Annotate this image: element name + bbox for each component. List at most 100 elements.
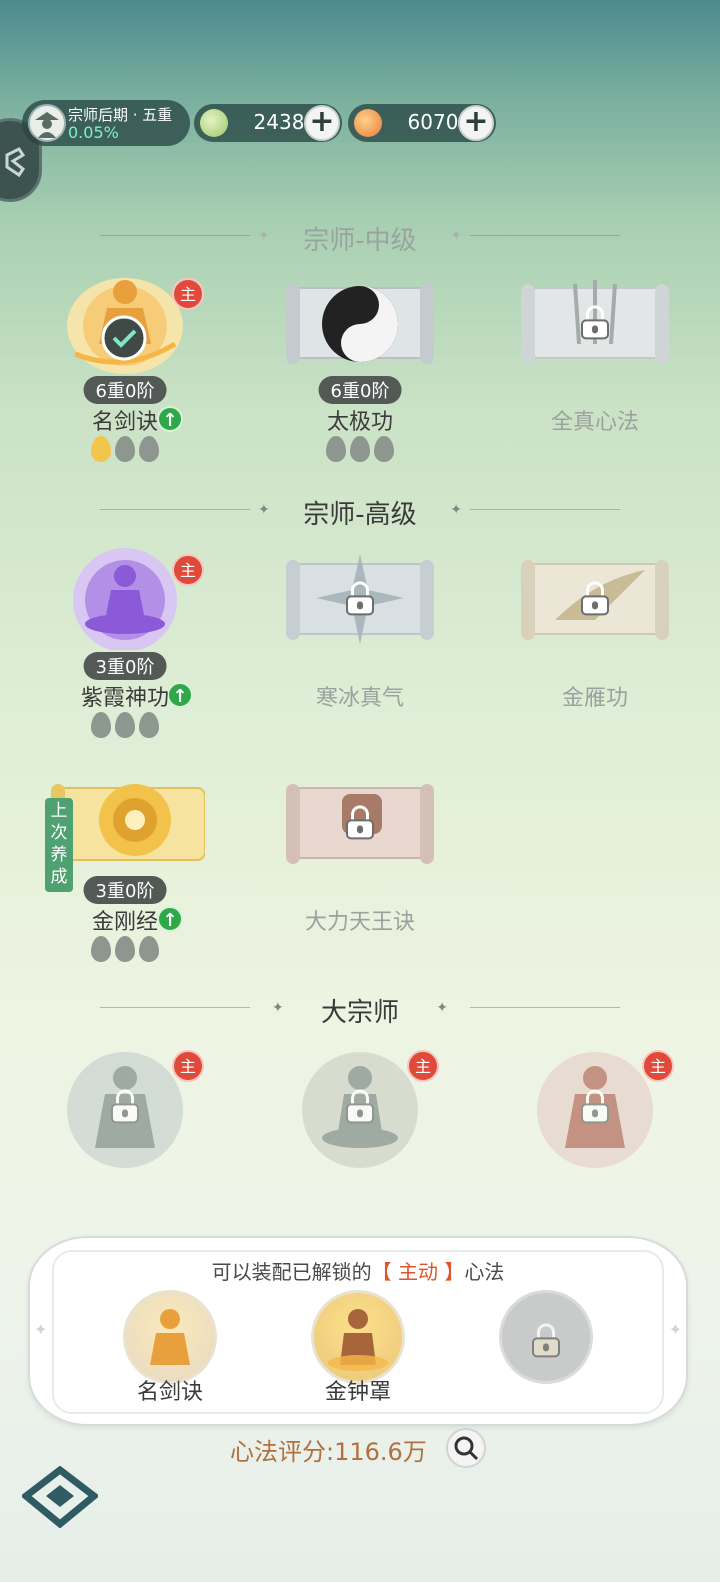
slot-skill-icon (123, 1290, 217, 1384)
skill-name: 紫霞神功 (80, 686, 169, 711)
diamond-icon: ✦ (450, 502, 462, 518)
score-detail-button[interactable] (446, 1428, 486, 1468)
skill-name: 名剑诀 (91, 410, 158, 435)
skill-art (521, 264, 669, 374)
rank-progress: 0.05% (68, 123, 119, 142)
drop-empty-icon (374, 436, 394, 462)
lock-icon (580, 1089, 610, 1124)
section-mid-label: 宗师-中级 (303, 226, 417, 256)
skill-taiji[interactable]: 6重0阶 太极功 (265, 264, 455, 494)
hint-suffix: 心法 (464, 1260, 505, 1284)
skill-name: 大力天王诀 (304, 910, 415, 935)
main-badge: 主 (642, 1050, 674, 1082)
skill-name: 金雁功 (561, 686, 628, 711)
arrow-icon (5, 147, 26, 178)
currency-orange: 6070 + (348, 104, 496, 142)
section-high: ✦ 宗师-高级 ✦ (80, 490, 640, 530)
diamond-icon: ✦ (668, 1320, 682, 1339)
loadout-slot-2[interactable]: 金钟罩 (308, 1290, 408, 1406)
loadout-slot-1[interactable]: 名剑诀 (120, 1290, 220, 1406)
slot-skill-name: 名剑诀 (136, 1380, 203, 1405)
rank-avatar (28, 104, 66, 142)
skill-grand-3[interactable]: 主 (500, 1048, 690, 1198)
skill-mingjianjue[interactable]: 主 6重0阶 ↑ 名剑诀 (30, 264, 220, 494)
skill-dali[interactable]: 大力天王诀 (265, 764, 455, 964)
rank-title: 宗师后期 · 五重 (68, 106, 173, 124)
lock-icon (345, 805, 375, 840)
loadout-slot-3-locked[interactable] (496, 1290, 596, 1384)
skill-grand-1[interactable]: 主 (30, 1048, 220, 1198)
rank-indicator[interactable]: 宗师后期 · 五重 0.05% (22, 100, 190, 146)
skill-hanbing[interactable]: 寒冰真气 (265, 540, 455, 740)
active-skill-loadout: ✦ ✦ 可以装配已解锁的【 主动 】心法 名剑诀 金钟罩 (28, 1236, 688, 1426)
skill-stage: 6重0阶 (83, 376, 167, 404)
jade-drop-icon (200, 109, 228, 137)
lock-icon (345, 581, 375, 616)
skill-grand-2[interactable]: 主 (265, 1048, 455, 1198)
lock-icon (531, 1323, 561, 1358)
main-badge: 主 (172, 1050, 204, 1082)
diamond-icon: ✦ (450, 228, 462, 244)
divider (470, 509, 620, 510)
skill-zixia[interactable]: 主 3重0阶 ↑ 紫霞神功 (30, 540, 220, 770)
drop-empty-icon (139, 936, 159, 962)
section-high-label: 宗师-高级 (303, 500, 417, 530)
section-mid: ✦ 宗师-中级 ✦ (80, 216, 640, 256)
skill-name: 全真心法 (550, 410, 639, 435)
main-badge: 主 (172, 278, 204, 310)
hint-highlight: 【 主动 】 (371, 1260, 465, 1284)
slot-skill-name: 金钟罩 (324, 1380, 391, 1405)
divider (470, 1007, 620, 1008)
skill-drops (30, 712, 220, 742)
section-grand-label: 大宗师 (320, 998, 399, 1028)
skill-art (286, 764, 434, 874)
diamond-icon: ✦ (34, 1320, 48, 1339)
skill-stage: 3重0阶 (83, 876, 167, 904)
logo-icon[interactable] (22, 1466, 98, 1528)
skill-drops (30, 436, 220, 466)
slot-skill-icon (311, 1290, 405, 1384)
loadout-hint: 可以装配已解锁的【 主动 】心法 (30, 1256, 686, 1285)
orange-swirl-icon (354, 109, 382, 137)
skill-name: 寒冰真气 (315, 686, 404, 711)
divider (470, 235, 620, 236)
skill-name: 太极功 (326, 410, 393, 435)
lock-icon (110, 1089, 140, 1124)
drop-empty-icon (91, 936, 111, 962)
check-icon (101, 315, 147, 361)
skill-drops (265, 436, 455, 466)
skill-drops (30, 936, 220, 966)
section-grand: ✦ 大宗师 ✦ (80, 988, 640, 1028)
diamond-icon: ✦ (436, 1000, 448, 1016)
drop-empty-icon (326, 436, 346, 462)
lock-icon (580, 581, 610, 616)
drop-empty-icon (115, 712, 135, 738)
lock-icon (580, 305, 610, 340)
main-badge: 主 (172, 554, 204, 586)
slot-empty (499, 1290, 593, 1384)
skill-stage: 3重0阶 (83, 652, 167, 680)
skill-score: 心法评分:116.6万 (230, 1438, 427, 1466)
add-orange-button[interactable]: + (458, 105, 494, 141)
add-jade-button[interactable]: + (304, 105, 340, 141)
skill-art (55, 540, 195, 652)
main-badge: 主 (407, 1050, 439, 1082)
currency-jade: 2438 + (194, 104, 342, 142)
skill-name: 金刚经 (91, 910, 158, 935)
hint-prefix: 可以装配已解锁的 (211, 1260, 372, 1284)
lock-icon (345, 1089, 375, 1124)
skill-jinyan[interactable]: 金雁功 (500, 540, 690, 740)
search-icon (454, 1436, 479, 1461)
drop-empty-icon (115, 436, 135, 462)
skill-stage: 6重0阶 (318, 376, 402, 404)
last-trained-tag: 上次养成 (45, 798, 73, 892)
skill-art (286, 264, 434, 374)
skill-art (286, 540, 434, 650)
skill-art (521, 540, 669, 650)
drop-empty-icon (139, 712, 159, 738)
drop-empty-icon (115, 936, 135, 962)
skill-quanzhen[interactable]: 全真心法 (500, 264, 690, 464)
skill-art (51, 764, 206, 874)
hat-figure-icon (35, 112, 59, 138)
drop-empty-icon (91, 712, 111, 738)
